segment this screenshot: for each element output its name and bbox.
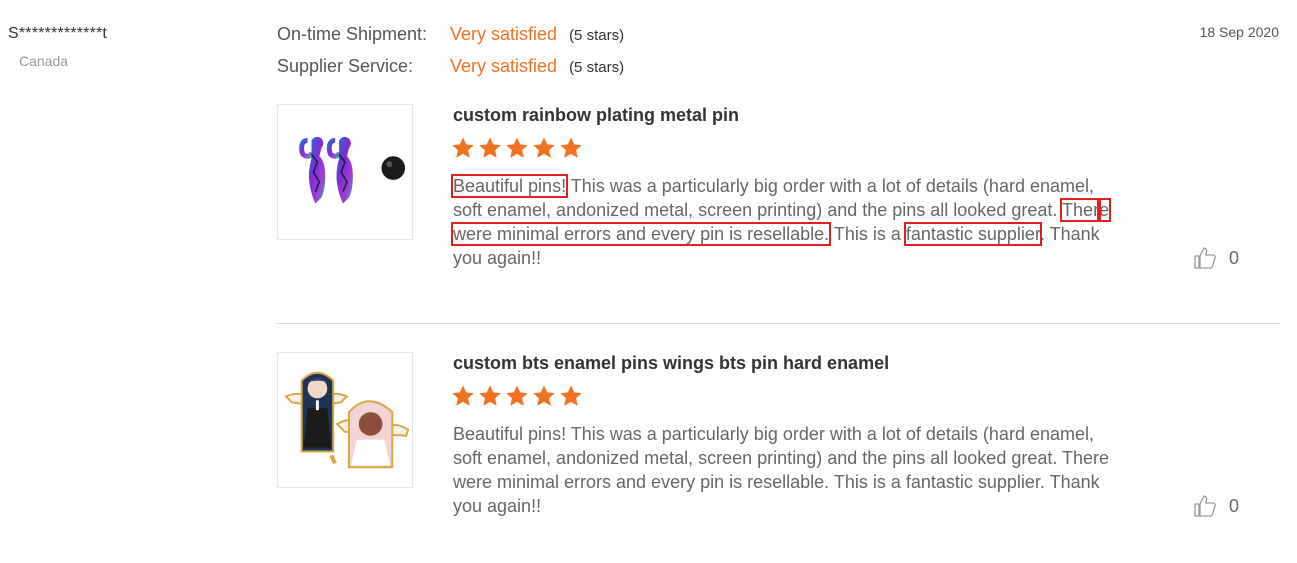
product-image[interactable] xyxy=(277,104,413,240)
thumbs-up-icon[interactable] xyxy=(1193,494,1217,518)
rating-value: Very satisfied xyxy=(450,24,558,44)
star-icon xyxy=(505,136,529,160)
highlighted-phrase: fantastic supplier xyxy=(903,222,1042,246)
highlighted-phrase: Beautiful pins! xyxy=(450,174,569,198)
rating-label: Supplier Service: xyxy=(277,56,414,76)
text-segment: Beautiful pins! This was a particularly … xyxy=(453,424,1110,516)
star-icon xyxy=(559,384,583,408)
text-segment: This is a xyxy=(829,224,906,244)
like-count: 0 xyxy=(1228,495,1239,516)
rating-stars-count: (5 stars) xyxy=(569,27,625,44)
review-text: Beautiful pins! This was a particularly … xyxy=(453,422,1123,518)
star-icon xyxy=(559,136,583,160)
review-date: 18 Sep 2020 xyxy=(1199,24,1279,40)
star-rating xyxy=(451,136,583,160)
rainbow-pin-earrings-image xyxy=(299,136,406,204)
star-icon xyxy=(451,384,475,408)
star-icon xyxy=(478,136,502,160)
rating-row-shipment: On-time Shipment: Very satisfied (5 star… xyxy=(277,24,624,45)
review-text: Beautiful pins! This was a particularly … xyxy=(450,174,1123,270)
bts-angel-enamel-pins-image xyxy=(284,371,410,469)
product-title[interactable]: custom rainbow plating metal pin xyxy=(453,105,739,126)
product-image[interactable] xyxy=(277,352,413,488)
star-rating xyxy=(451,384,583,408)
reviewer-name: S*************t xyxy=(8,25,108,42)
star-icon xyxy=(505,384,529,408)
like-count: 0 xyxy=(1228,247,1239,268)
highlighted-phrase: Ther xyxy=(1060,198,1102,222)
rating-stars-count: (5 stars) xyxy=(569,59,625,76)
helpful-button[interactable]: 0 xyxy=(1193,246,1239,270)
star-icon xyxy=(451,136,475,160)
rating-label: On-time Shipment: xyxy=(277,24,428,44)
rating-row-service: Supplier Service: Very satisfied (5 star… xyxy=(277,56,624,77)
thumbs-up-icon[interactable] xyxy=(1193,246,1217,270)
rating-value: Very satisfied xyxy=(450,56,558,76)
star-icon xyxy=(478,384,502,408)
reviewer-country: Canada xyxy=(19,53,69,69)
product-title[interactable]: custom bts enamel pins wings bts pin har… xyxy=(453,353,889,374)
review-divider xyxy=(277,323,1280,324)
star-icon xyxy=(532,136,556,160)
helpful-button[interactable]: 0 xyxy=(1193,494,1239,518)
star-icon xyxy=(532,384,556,408)
